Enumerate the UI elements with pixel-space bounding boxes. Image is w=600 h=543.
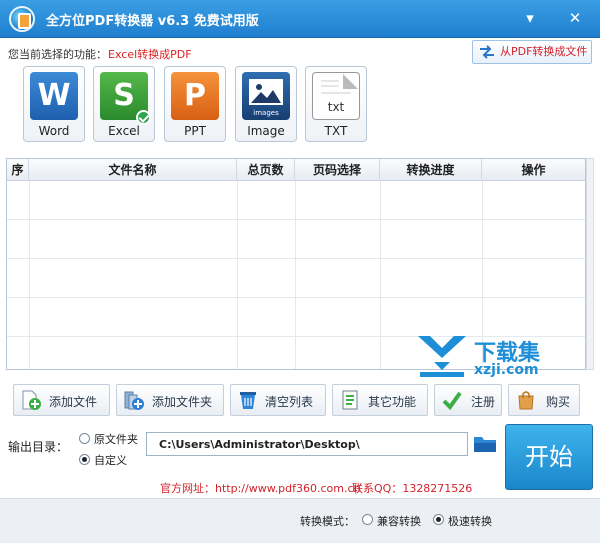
radio-fast-mode[interactable] [433, 514, 444, 525]
add-file-icon [22, 390, 41, 410]
watermark-url: xzji.com [474, 362, 539, 378]
table-row [7, 259, 585, 298]
from-pdf-label: 从PDF转换成文件 [500, 45, 588, 58]
browse-folder-icon[interactable] [472, 432, 498, 456]
other-functions-label: 其它功能 [368, 395, 417, 409]
radio-source-folder[interactable] [79, 433, 90, 444]
svg-text:txt: txt [328, 100, 345, 114]
table-header: 序 文件名称 总页数 页码选择 转换进度 操作 [7, 159, 585, 181]
svg-text:images: images [253, 109, 279, 117]
swap-arrows-icon [480, 45, 494, 59]
conversion-mode-label: 转换模式： [300, 515, 355, 528]
close-icon[interactable]: ✕ [564, 8, 586, 28]
add-folder-icon [124, 391, 144, 410]
other-functions-button[interactable]: 其它功能 [332, 384, 428, 416]
mountain-picture-icon: images [249, 79, 283, 117]
table-row [7, 220, 585, 259]
column-header-index: 序 [7, 159, 29, 181]
add-folder-label: 添加文件夹 [152, 395, 213, 409]
document-list-icon [342, 390, 358, 410]
add-file-label: 添加文件 [49, 395, 98, 409]
format-image-label: Image [247, 124, 285, 138]
selected-check-icon [136, 110, 151, 125]
buy-label: 购买 [546, 395, 571, 409]
format-word-button[interactable]: W Word [23, 66, 85, 142]
window-title: 全方位PDF转换器 v6.3 免费试用版 [46, 14, 259, 29]
word-icon: W [30, 72, 78, 120]
title-bar: 全方位PDF转换器 v6.3 免费试用版 ▾ ✕ [0, 0, 600, 38]
radio-compatible-label: 兼容转换 [377, 515, 421, 528]
column-header-page-select: 页码选择 [295, 159, 380, 181]
output-dir-label: 输出目录： [8, 440, 69, 454]
radio-source-folder-label: 原文件夹 [94, 433, 138, 446]
output-path-input[interactable] [146, 432, 468, 456]
format-ppt-button[interactable]: P PPT [164, 66, 226, 142]
format-ppt-label: PPT [184, 124, 206, 138]
radio-compatible-mode[interactable] [362, 514, 373, 525]
column-header-filename: 文件名称 [29, 159, 237, 181]
start-button[interactable]: 开始 [505, 424, 593, 490]
shopping-bag-icon [518, 391, 534, 410]
buy-button[interactable]: 购买 [508, 384, 580, 416]
column-header-progress: 转换进度 [380, 159, 482, 181]
app-logo-icon [9, 6, 35, 32]
table-row [7, 181, 585, 220]
column-divider [295, 181, 296, 369]
image-icon: images [242, 72, 290, 120]
format-excel-button[interactable]: S Excel [93, 66, 155, 142]
register-label: 注册 [471, 395, 496, 409]
column-divider [380, 181, 381, 369]
format-txt-button[interactable]: txt TXT [305, 66, 367, 142]
current-function-label: 您当前选择的功能： [8, 48, 107, 61]
table-scrollbar[interactable] [586, 158, 594, 370]
radio-custom[interactable] [79, 454, 90, 465]
column-header-actions: 操作 [521, 163, 546, 177]
radio-fast-label: 极速转换 [448, 515, 492, 528]
column-header-pages: 总页数 [237, 159, 295, 181]
radio-custom-label: 自定义 [94, 454, 127, 467]
column-divider [237, 181, 238, 369]
clear-list-label: 清空列表 [265, 395, 314, 409]
add-file-button[interactable]: 添加文件 [13, 384, 110, 416]
from-pdf-button[interactable]: 从PDF转换成文件 [472, 40, 592, 64]
download-arrow-icon [418, 336, 466, 377]
trash-bin-icon [240, 392, 256, 409]
official-website-text: 官方网址：http://www.pdf360.com.cn [160, 482, 361, 495]
format-txt-label: TXT [324, 124, 348, 138]
format-word-label: Word [38, 124, 70, 138]
contact-qq-text: 联系QQ：1328271526 [352, 482, 473, 495]
ppt-icon: P [171, 72, 219, 120]
format-image-button[interactable]: images Image [235, 66, 297, 142]
table-row [7, 298, 585, 337]
txt-file-icon: txt [312, 72, 360, 120]
column-divider [29, 181, 30, 369]
current-function-value: Excel转换成PDF [108, 48, 192, 61]
checkmark-icon [442, 391, 462, 411]
format-excel-label: Excel [108, 124, 140, 138]
clear-list-button[interactable]: 清空列表 [230, 384, 326, 416]
add-folder-button[interactable]: 添加文件夹 [116, 384, 224, 416]
register-button[interactable]: 注册 [434, 384, 502, 416]
dropdown-icon[interactable]: ▾ [519, 8, 541, 28]
